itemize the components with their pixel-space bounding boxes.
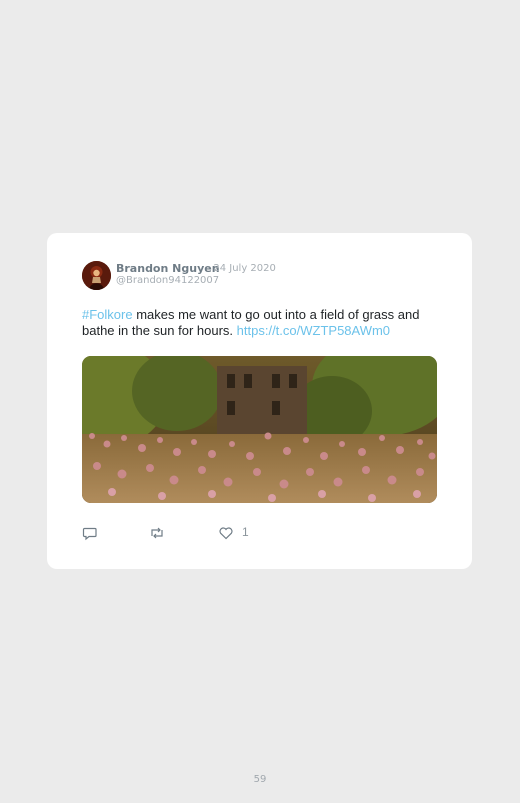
hashtag-link[interactable]: #Folkore (82, 307, 133, 322)
tweet-link[interactable]: https://t.co/WZTP58AWm0 (237, 323, 390, 338)
author-name[interactable]: Brandon Nguyen (116, 262, 220, 275)
retweet-icon[interactable] (148, 525, 166, 541)
author-handle[interactable]: @Brandon94122007 (116, 275, 219, 286)
heart-icon[interactable] (218, 525, 234, 541)
avatar[interactable] (82, 261, 111, 290)
tweet-card: Brandon Nguyen · 24 July 2020 @Brandon94… (47, 233, 472, 569)
page-number: 59 (253, 774, 267, 785)
reply-icon[interactable] (82, 525, 98, 541)
like-count: 1 (242, 525, 249, 539)
tweet-date: · 24 July 2020 (207, 263, 276, 274)
tweet-photo[interactable] (82, 356, 437, 503)
tweet-text: #Folkore makes me want to go out into a … (82, 307, 447, 339)
